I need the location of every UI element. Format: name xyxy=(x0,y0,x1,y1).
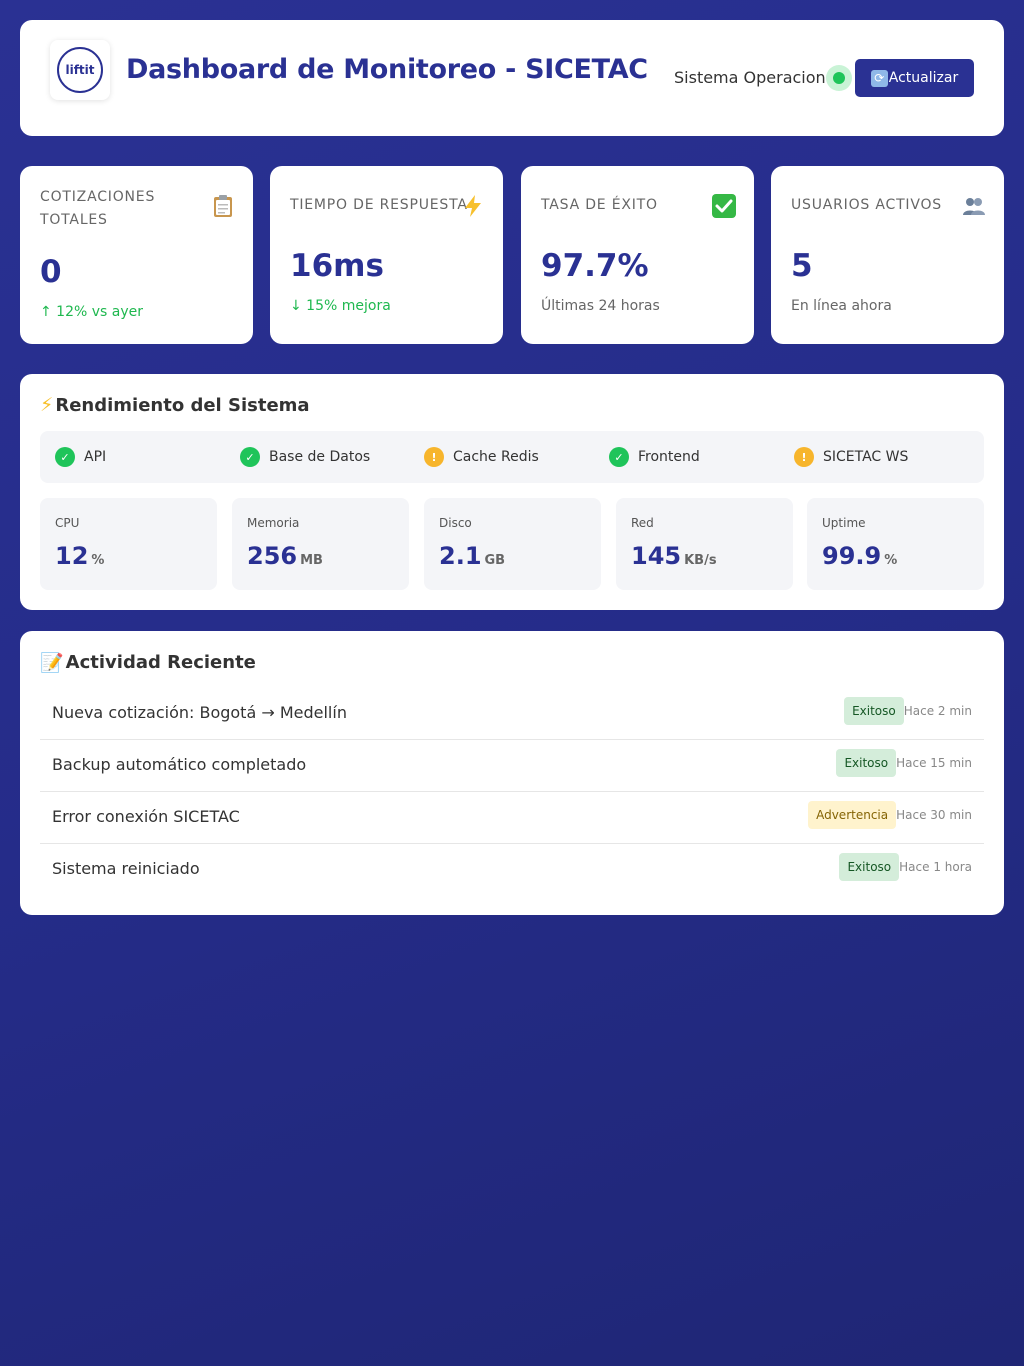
check-circle-icon: ✓ xyxy=(609,447,629,467)
metric-uptime: Uptime 99.9% xyxy=(807,498,984,590)
service-name: SICETAC WS xyxy=(823,449,909,465)
metric-label: Uptime xyxy=(822,516,866,530)
performance-title-text: Rendimiento del Sistema xyxy=(55,394,310,416)
service-name: Cache Redis xyxy=(453,449,539,465)
activity-time: Hace 2 min xyxy=(903,704,972,718)
metric-value: 99.9% xyxy=(822,542,898,570)
service-database: ✓ Base de Datos xyxy=(240,447,370,467)
liftit-logo: liftit xyxy=(50,40,110,100)
stat-value: 0 xyxy=(40,254,62,290)
metric-value: 256 MB xyxy=(247,542,323,570)
stat-label: Cotizaciones Totales xyxy=(40,189,156,228)
metric-label: Disco xyxy=(439,516,472,530)
lightning-icon xyxy=(465,195,481,217)
metric-label: Red xyxy=(631,516,654,530)
stat-trend: ↑ 12% vs ayer xyxy=(40,304,144,320)
metric-value: 2.1 GB xyxy=(439,542,506,570)
activity-text: Nueva cotización: Bogotá → Medellín xyxy=(52,703,347,722)
stat-label: Usuarios Activos xyxy=(791,197,942,213)
service-name: API xyxy=(84,449,107,465)
service-sicetac-ws: ! SICETAC WS xyxy=(794,447,908,467)
warning-circle-icon: ! xyxy=(794,447,814,467)
activity-time: Hace 1 hora xyxy=(899,860,972,874)
metric-cpu: CPU 12% xyxy=(40,498,217,590)
activity-text: Backup automático completado xyxy=(52,755,307,774)
metric-value: 12% xyxy=(55,542,105,570)
status-badge: Advertencia xyxy=(808,801,897,829)
stat-card-quotes: Cotizaciones Totales 0 ↑ 12% vs ayer xyxy=(20,166,253,344)
activity-time: Hace 30 min xyxy=(896,808,972,822)
refresh-icon: ⟳ xyxy=(870,69,888,87)
lightning-icon: ⚡ xyxy=(40,394,54,416)
refresh-button[interactable]: ⟳ Actualizar xyxy=(855,59,974,97)
service-cache-redis: ! Cache Redis xyxy=(424,447,539,467)
memo-icon: 📝 xyxy=(40,652,64,674)
stat-value: 5 xyxy=(791,248,813,284)
status-badge: Exitoso xyxy=(844,697,904,725)
stat-card-active-users: Usuarios Activos 5 En línea ahora xyxy=(771,166,1004,344)
warning-circle-icon: ! xyxy=(424,447,444,467)
logo-mark: liftit xyxy=(57,47,103,93)
activity-card: 📝 Actividad Reciente Nueva cotización: B… xyxy=(20,631,1004,915)
stat-card-response-time: Tiempo de Respuesta 16ms ↓ 15% mejora xyxy=(270,166,503,344)
performance-card: ⚡ Rendimiento del Sistema ✓ API ✓ Base d… xyxy=(20,374,1004,610)
check-mark-icon xyxy=(712,194,736,218)
stat-value: 16ms xyxy=(290,248,384,284)
page-title: Dashboard de Monitoreo - SICETAC xyxy=(126,54,648,85)
performance-title: ⚡ Rendimiento del Sistema xyxy=(40,394,310,416)
status-badge: Exitoso xyxy=(839,853,900,881)
stat-label: Tasa de Éxito xyxy=(541,197,658,213)
system-status-text: Sistema Operacional xyxy=(674,68,840,87)
users-icon xyxy=(963,198,985,215)
service-name: Base de Datos xyxy=(269,449,371,465)
metric-memory: Memoria 256 MB xyxy=(232,498,409,590)
status-badge: Exitoso xyxy=(836,749,897,777)
clipboard-icon xyxy=(214,195,232,217)
metric-label: Memoria xyxy=(247,516,300,530)
services-status-bar: ✓ API ✓ Base de Datos ! Cache Redis ✓ Fr… xyxy=(40,431,984,483)
activity-item: Backup automático completado Exitoso Hac… xyxy=(40,740,984,792)
check-circle-icon: ✓ xyxy=(240,447,260,467)
service-api: ✓ API xyxy=(55,447,106,467)
activity-item: Error conexión SICETAC Advertencia Hace … xyxy=(40,792,984,844)
check-circle-icon: ✓ xyxy=(55,447,75,467)
refresh-button-label: Actualizar xyxy=(888,70,959,86)
metric-value: 145 KB/s xyxy=(631,542,717,570)
service-name: Frontend xyxy=(638,449,700,465)
activity-title: 📝 Actividad Reciente xyxy=(40,651,256,674)
activity-time: Hace 15 min xyxy=(896,756,972,770)
service-frontend: ✓ Frontend xyxy=(609,447,700,467)
stat-subtext: En línea ahora xyxy=(791,298,892,314)
metric-disk: Disco 2.1 GB xyxy=(424,498,601,590)
metric-label: CPU xyxy=(55,516,80,530)
activity-title-text: Actividad Reciente xyxy=(65,652,256,673)
status-dot-icon xyxy=(833,72,845,84)
activity-item: Sistema reiniciado Exitoso Hace 1 hora xyxy=(40,844,984,896)
header-card: liftit Dashboard de Monitoreo - SICETAC … xyxy=(20,20,1004,136)
stat-label: Tiempo de Respuesta xyxy=(290,197,468,213)
activity-item: Nueva cotización: Bogotá → Medellín Exit… xyxy=(40,688,984,740)
stat-trend: ↓ 15% mejora xyxy=(290,298,391,314)
stat-subtext: Últimas 24 horas xyxy=(541,298,660,314)
activity-text: Error conexión SICETAC xyxy=(52,807,240,826)
stat-value: 97.7% xyxy=(541,248,649,284)
activity-text: Sistema reiniciado xyxy=(52,859,200,878)
metric-network: Red 145 KB/s xyxy=(616,498,793,590)
stat-card-success-rate: Tasa de Éxito 97.7% Últimas 24 horas xyxy=(521,166,754,344)
status-indicator xyxy=(826,65,852,91)
